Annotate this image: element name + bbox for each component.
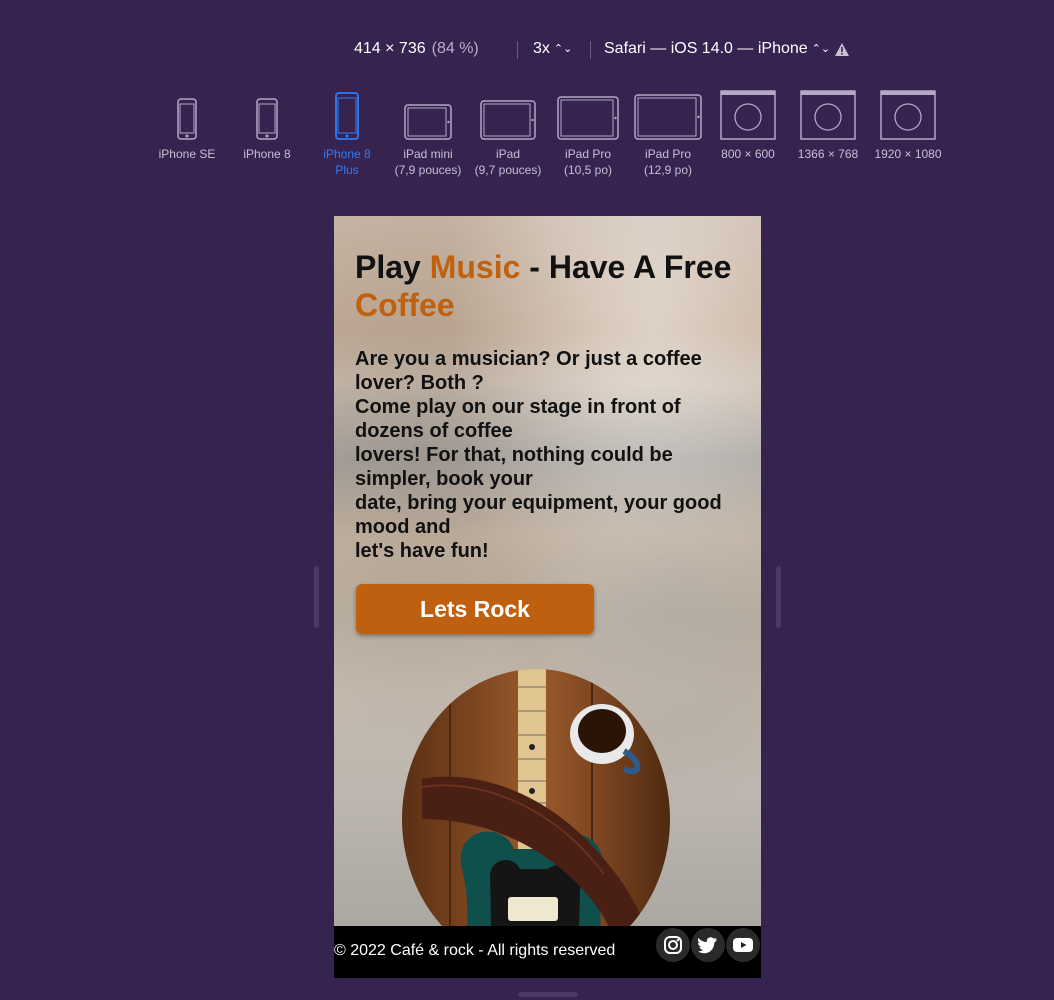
device-label: 1366 × 768 [797, 147, 859, 161]
resize-handle-right[interactable] [776, 566, 781, 628]
headline-coffee: Coffee [355, 287, 455, 323]
zoom-level: (84 %) [431, 40, 479, 57]
device-iphone-8-plus[interactable]: iPhone 8 Plus [314, 92, 380, 178]
bottom-resize-handle[interactable] [518, 992, 578, 997]
safari-window-icon [720, 90, 776, 140]
toolbar-divider [590, 41, 591, 59]
device-ipad[interactable]: iPad (9,7 pouces) [468, 100, 548, 178]
guitar-coffee-image [402, 669, 670, 969]
viewport-size: 414 × 736 (84 %) [354, 40, 479, 58]
headline-music: Music [429, 249, 521, 285]
safari-window-icon [880, 90, 936, 140]
lets-rock-button[interactable]: Lets Rock [356, 584, 594, 634]
device-iphone-se[interactable]: iPhone SE [154, 98, 220, 162]
user-agent-select[interactable]: Safari — iOS 14.0 — iPhone ⌃⌄ [604, 40, 830, 58]
toolbar-divider [517, 41, 518, 59]
device-label: iPad Pro [644, 147, 692, 161]
chevron-updown-icon: ⌃⌄ [811, 43, 831, 55]
tablet-icon [557, 96, 619, 140]
warning-triangle-icon[interactable] [834, 42, 850, 57]
device-800x600[interactable]: 800 × 600 [714, 90, 782, 162]
pixel-ratio-select[interactable]: 3x ⌃⌄ [533, 40, 572, 58]
device-label: 800 × 600 [721, 147, 775, 161]
device-sublabel: Plus [335, 163, 359, 177]
device-sublabel: (7,9 pouces) [394, 163, 462, 177]
tablet-icon [480, 100, 536, 140]
device-sublabel: (10,5 po) [563, 163, 613, 177]
pixel-ratio-value: 3x [533, 40, 550, 57]
instagram-icon[interactable] [656, 928, 690, 962]
device-label: iPad [495, 147, 521, 161]
viewport-dimensions: 414 × 736 [354, 40, 426, 57]
device-1366x768[interactable]: 1366 × 768 [792, 90, 864, 162]
device-sublabel: (9,7 pouces) [474, 163, 542, 177]
headline-mid: - Have A Free [520, 249, 732, 285]
phone-icon [177, 98, 197, 140]
device-ipad-pro-12[interactable]: iPad Pro (12,9 po) [634, 94, 702, 178]
phone-icon [335, 92, 359, 140]
user-agent-value: Safari — iOS 14.0 — iPhone [604, 40, 808, 57]
page-headline: Play Music - Have A Free Coffee [355, 248, 745, 324]
phone-icon [256, 98, 278, 140]
safari-window-icon [800, 90, 856, 140]
headline-play: Play [355, 249, 430, 285]
youtube-icon[interactable] [726, 928, 760, 962]
device-label: iPhone SE [158, 147, 216, 161]
device-viewport: Play Music - Have A Free Coffee Are you … [334, 216, 761, 978]
intro-paragraph: Are you a musician? Or just a coffee lov… [355, 348, 722, 562]
device-label: iPad Pro [564, 147, 612, 161]
copyright-text: © 2022 Café & rock - All rights reserved [334, 942, 616, 959]
device-label: iPhone 8 [323, 147, 371, 161]
device-1920x1080[interactable]: 1920 × 1080 [869, 90, 947, 162]
responsive-toolbar: 414 × 736 (84 %) 3x ⌃⌄ Safari — iOS 14.0 —… [0, 40, 1054, 62]
device-iphone-8[interactable]: iPhone 8 [236, 98, 298, 162]
site-footer: © 2022 Café & rock - All rights reserved [334, 926, 761, 978]
tablet-icon [404, 104, 452, 140]
chevron-updown-icon: ⌃⌄ [553, 43, 573, 55]
resize-handle-left[interactable] [314, 566, 319, 628]
device-label: iPhone 8 [243, 147, 291, 161]
device-label: 1920 × 1080 [874, 147, 942, 161]
twitter-icon[interactable] [691, 928, 725, 962]
device-label: iPad mini [403, 147, 453, 161]
device-ipad-pro-10[interactable]: iPad Pro (10,5 po) [556, 96, 620, 178]
tablet-icon [634, 94, 702, 140]
device-ipad-mini[interactable]: iPad mini (7,9 pouces) [389, 104, 467, 178]
device-sublabel: (12,9 po) [643, 163, 693, 177]
